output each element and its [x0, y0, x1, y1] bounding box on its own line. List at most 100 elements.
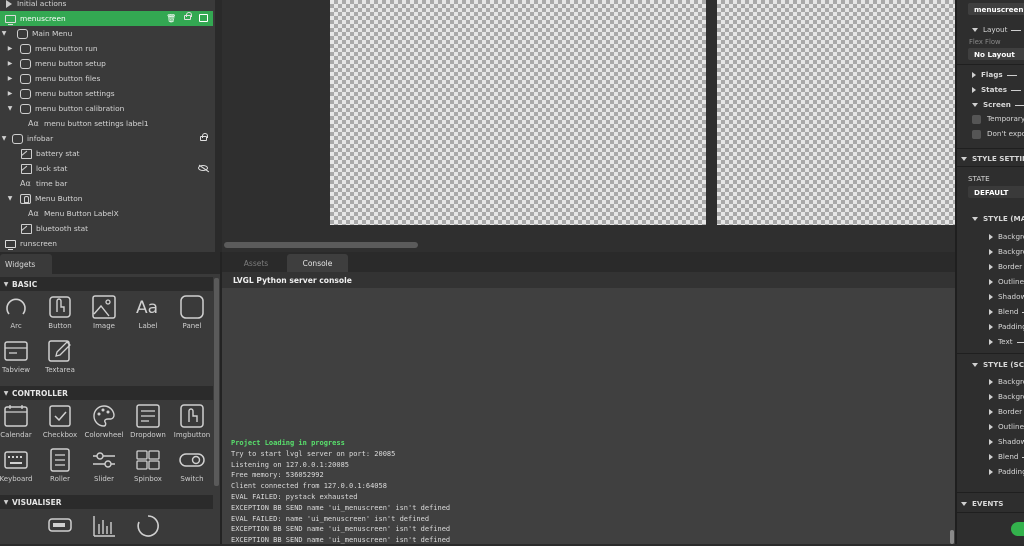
section-visualiser[interactable]: ▼ VISUALISER: [0, 495, 213, 509]
dont-export-checkbox[interactable]: Don't export: [972, 129, 1024, 139]
style-scrollbar-section[interactable]: STYLE (SCROLLBAR): [972, 360, 1024, 369]
label-icon: Aa: [136, 298, 158, 318]
widget-slider[interactable]: Slider: [83, 448, 125, 483]
style-main-shadow[interactable]: Shadow: [989, 292, 1024, 301]
temporary-checkbox[interactable]: Temporary: [972, 114, 1024, 124]
bar-icon[interactable]: [47, 514, 73, 538]
log-line: EXCEPTION BB SEND name 'ui_menuscreen' i…: [231, 536, 451, 545]
widget-label-item[interactable]: Aa Label: [127, 295, 169, 330]
widget-switch[interactable]: Switch: [171, 448, 213, 483]
style-scroll-blend[interactable]: Blend: [989, 452, 1024, 461]
chevron-right-icon[interactable]: ▶: [6, 90, 14, 97]
widget-panel[interactable]: Panel: [171, 295, 213, 330]
style-settings-section[interactable]: STYLE SETTINGS: [961, 154, 1024, 163]
widget-dropdown[interactable]: Dropdown: [127, 404, 169, 439]
widget-arc[interactable]: Arc: [0, 295, 37, 330]
tree-item-battery-stat[interactable]: battery stat: [0, 146, 213, 161]
tree-item-menu-button-settings-label1[interactable]: Aα menu button settings label1: [0, 116, 213, 131]
chevron-right-icon[interactable]: ▶: [6, 60, 14, 67]
section-basic[interactable]: ▼ BASIC: [0, 277, 213, 291]
tree-item-menu-button-run[interactable]: ▶ menu button run: [0, 41, 213, 56]
tree-item-menu-button-labelx[interactable]: Aα Menu Button LabelX: [0, 206, 213, 221]
widget-calendar[interactable]: Calendar: [0, 404, 37, 439]
style-main-border[interactable]: Border: [989, 262, 1024, 271]
dont-export-label: Don't export: [987, 129, 1024, 138]
style-scroll-background[interactable]: Background: [989, 377, 1024, 386]
style-main-blend[interactable]: Blend: [989, 307, 1024, 316]
duplicate-icon[interactable]: [199, 14, 208, 22]
state-select[interactable]: DEFAULT: [968, 186, 1024, 198]
chevron-right-icon[interactable]: ▶: [6, 75, 14, 82]
name-input[interactable]: menuscreen: [968, 3, 1024, 15]
chart-icon[interactable]: [91, 514, 117, 538]
panel-splitter[interactable]: [215, 0, 222, 252]
tree-item-label: menu button settings label1: [44, 119, 149, 128]
events-section[interactable]: EVENTS: [961, 499, 1024, 508]
style-main-text[interactable]: Text: [989, 337, 1024, 346]
style-scroll-outline[interactable]: Outline: [989, 422, 1024, 431]
events-toggle[interactable]: [1011, 522, 1024, 536]
style-item-label: Background: [998, 232, 1024, 241]
button-icon: [20, 58, 31, 69]
tree-item-menu-button-setup[interactable]: ▶ menu button setup: [0, 56, 213, 71]
screen-preview-runscreen[interactable]: [717, 0, 955, 225]
chevron-down-icon: [972, 217, 978, 221]
tab-console[interactable]: Console: [287, 254, 348, 272]
tree-item-initial-actions[interactable]: Initial actions: [0, 0, 213, 11]
states-section[interactable]: States: [972, 85, 1024, 94]
section-controller[interactable]: ▼ CONTROLLER: [0, 386, 213, 400]
delete-icon[interactable]: 🗑: [166, 14, 176, 23]
widget-spinbox[interactable]: Spinbox: [127, 448, 169, 483]
unlock-icon[interactable]: [184, 12, 192, 20]
tree-item-main-menu[interactable]: ▼ Main Menu: [0, 26, 213, 41]
layout-section[interactable]: Layout: [972, 25, 1024, 34]
tree-item-menu-button-settings[interactable]: ▶ menu button settings: [0, 86, 213, 101]
style-main-section[interactable]: STYLE (MAIN): [972, 214, 1024, 223]
spinner-icon[interactable]: [135, 514, 161, 538]
style-scroll-shadow[interactable]: Shadow: [989, 437, 1024, 446]
tab-assets[interactable]: Assets: [230, 254, 282, 272]
tree-item-infobar[interactable]: ▼ infobar: [0, 131, 213, 146]
chevron-right-icon: [989, 234, 993, 240]
widgets-scrollbar[interactable]: [214, 278, 219, 486]
flex-flow-select[interactable]: No Layout: [968, 48, 1024, 60]
chevron-down-icon[interactable]: ▼: [0, 135, 8, 142]
widget-image[interactable]: Image: [83, 295, 125, 330]
widget-colorwheel[interactable]: Colorwheel: [83, 404, 125, 439]
chevron-down-icon[interactable]: ▼: [0, 30, 8, 37]
style-main-background[interactable]: Background: [989, 232, 1024, 241]
style-scroll-border[interactable]: Border: [989, 407, 1024, 416]
style-main-background-2[interactable]: Background: [989, 247, 1024, 256]
style-scroll-padding[interactable]: Padding: [989, 467, 1024, 476]
style-main-outline[interactable]: Outline: [989, 277, 1024, 286]
chevron-right-icon[interactable]: ▶: [6, 45, 14, 52]
canvas-horizontal-scrollbar[interactable]: [224, 242, 418, 248]
tree-item-menu-button[interactable]: ▼ Menu Button: [0, 191, 213, 206]
tree-item-menu-button-files[interactable]: ▶ menu button files: [0, 71, 213, 86]
chevron-down-icon[interactable]: ▼: [6, 195, 14, 202]
widget-button[interactable]: Button: [39, 295, 81, 330]
widget-textarea[interactable]: Textarea: [39, 339, 81, 374]
widget-keyboard[interactable]: Keyboard: [0, 448, 37, 483]
widget-checkbox[interactable]: Checkbox: [39, 404, 81, 439]
tree-item-lock-stat[interactable]: lock stat: [0, 161, 213, 176]
style-main-padding[interactable]: Padding: [989, 322, 1024, 331]
widget-imgbutton[interactable]: Imgbutton: [171, 404, 213, 439]
tree-item-runscreen[interactable]: runscreen: [0, 236, 213, 251]
screen-preview-menuscreen[interactable]: [330, 0, 706, 225]
tree-item-time-bar[interactable]: Aα time bar: [0, 176, 213, 191]
widget-tabview[interactable]: Tabview: [0, 339, 37, 374]
switch-icon: [179, 453, 205, 467]
tab-widgets[interactable]: Widgets: [0, 254, 52, 274]
style-scroll-background-2[interactable]: Background: [989, 392, 1024, 401]
chevron-down-icon[interactable]: ▼: [6, 105, 14, 112]
tree-item-menuscreen[interactable]: menuscreen 🗑: [0, 11, 213, 26]
tree-item-bluetooth-stat[interactable]: bluetooth stat: [0, 221, 213, 236]
screen-section[interactable]: Screen: [972, 100, 1024, 109]
widget-roller[interactable]: Roller: [39, 448, 81, 483]
flags-section[interactable]: Flags: [972, 70, 1024, 79]
lock-icon[interactable]: [200, 133, 208, 141]
tree-item-menu-button-calibration[interactable]: ▼ menu button calibration: [0, 101, 213, 116]
console-scrollbar[interactable]: [950, 530, 954, 544]
eye-off-icon[interactable]: [198, 165, 208, 171]
